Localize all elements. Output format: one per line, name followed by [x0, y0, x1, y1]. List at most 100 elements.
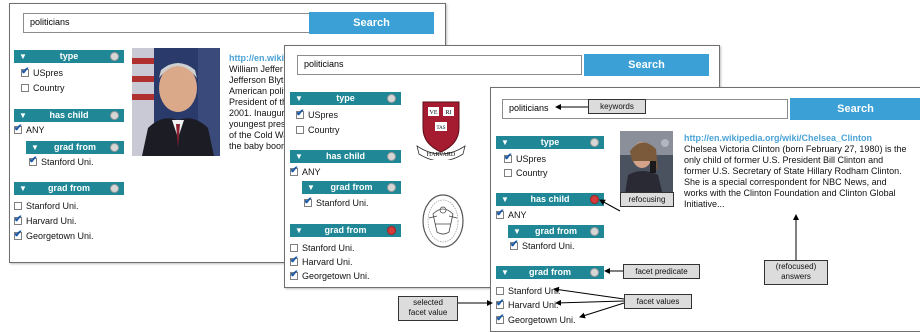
callout-keywords: keywords: [588, 99, 646, 114]
result-snippet: Chelsea Victoria Clinton (born February …: [684, 144, 907, 209]
result-url[interactable]: http://en.wiki: [229, 53, 284, 63]
checkbox[interactable]: [14, 123, 22, 134]
checkbox[interactable]: [496, 287, 504, 295]
collapse-arrow-icon[interactable]: ▼: [295, 224, 303, 237]
result-photo: [620, 131, 673, 200]
facet-has-child-header[interactable]: ▼ has child: [496, 193, 604, 206]
checkbox[interactable]: [290, 255, 298, 266]
callout-facet-predicate: facet predicate: [623, 264, 700, 279]
refocus-dot-icon[interactable]: [110, 184, 119, 193]
refocus-dot-icon[interactable]: [110, 111, 119, 120]
collapse-arrow-icon[interactable]: ▼: [31, 141, 39, 154]
checkbox[interactable]: [304, 196, 312, 207]
facet-option[interactable]: Georgetown Uni.: [14, 229, 94, 242]
facet-option[interactable]: Stanford Uni.: [14, 201, 79, 212]
checkbox[interactable]: [290, 269, 298, 280]
collapse-arrow-icon[interactable]: ▼: [19, 182, 27, 195]
refocus-dot-icon[interactable]: [110, 143, 119, 152]
checkbox[interactable]: [504, 169, 512, 177]
facet-option[interactable]: Country: [21, 83, 65, 94]
facet-title: has child: [49, 110, 89, 120]
facet-option[interactable]: Stanford Uni.: [290, 243, 355, 254]
checkbox[interactable]: [290, 244, 298, 252]
checkbox[interactable]: [21, 66, 29, 77]
facet-option[interactable]: Harvard Uni.: [496, 298, 559, 311]
facet-title: grad from: [324, 225, 367, 235]
search-input[interactable]: politicians: [297, 55, 582, 75]
facet-option[interactable]: Stanford Uni.: [510, 239, 575, 252]
facet-grad-from-header[interactable]: ▼ grad from: [496, 266, 604, 279]
collapse-arrow-icon[interactable]: ▼: [501, 193, 509, 206]
checkbox[interactable]: [14, 229, 22, 240]
refocus-dot-icon[interactable]: [590, 138, 599, 147]
checkbox[interactable]: [296, 126, 304, 134]
refocus-dot-icon[interactable]: [387, 94, 396, 103]
collapse-arrow-icon[interactable]: ▼: [19, 109, 27, 122]
search-button[interactable]: Search: [790, 98, 920, 120]
callout-refocusing: refocusing: [620, 192, 674, 207]
result-url[interactable]: http://en.wikipedia.org/wiki/Chelsea_Cli…: [684, 133, 872, 143]
facet-type-header[interactable]: ▼ type: [496, 136, 604, 149]
search-button[interactable]: Search: [309, 12, 434, 34]
refocus-dot-icon[interactable]: [387, 226, 396, 235]
facet-type-header[interactable]: ▼ type: [14, 50, 124, 63]
collapse-arrow-icon[interactable]: ▼: [501, 136, 509, 149]
facet-option[interactable]: USpres: [296, 108, 338, 121]
facet-option-any[interactable]: ANY: [14, 123, 45, 136]
checkbox[interactable]: [14, 202, 22, 210]
facet-title: type: [336, 93, 355, 103]
facet-has-child-header[interactable]: ▼ has child: [14, 109, 124, 122]
checkbox[interactable]: [496, 298, 504, 309]
facet-has-child-header[interactable]: ▼ has child: [290, 150, 401, 163]
facet-option[interactable]: Harvard Uni.: [14, 214, 77, 227]
checkbox[interactable]: [510, 239, 518, 250]
collapse-arrow-icon[interactable]: ▼: [513, 225, 521, 238]
refocus-dot-icon[interactable]: [387, 152, 396, 161]
collapse-arrow-icon[interactable]: ▼: [295, 92, 303, 105]
result-photo: [132, 48, 220, 156]
checkbox[interactable]: [496, 313, 504, 324]
collapse-arrow-icon[interactable]: ▼: [307, 181, 315, 194]
facet-option[interactable]: Stanford Uni.: [304, 196, 369, 209]
collapse-arrow-icon[interactable]: ▼: [501, 266, 509, 279]
refocus-dot-icon[interactable]: [590, 268, 599, 277]
facet-title: type: [540, 137, 560, 147]
facet-subheader[interactable]: ▼ grad from: [508, 225, 604, 238]
refocus-dot-icon[interactable]: [590, 195, 599, 204]
search-button[interactable]: Search: [584, 54, 709, 76]
facet-grad-from-header[interactable]: ▼ grad from: [290, 224, 401, 237]
facet-option[interactable]: USpres: [21, 66, 63, 79]
checkbox[interactable]: [296, 108, 304, 119]
facet-title: has child: [325, 151, 365, 161]
facet-subheader[interactable]: ▼ grad from: [26, 141, 124, 154]
facet-option[interactable]: Stanford Uni.: [29, 155, 94, 168]
facet-option-any[interactable]: ANY: [290, 165, 321, 178]
collapse-arrow-icon[interactable]: ▼: [295, 150, 303, 163]
facet-option[interactable]: Harvard Uni.: [290, 255, 353, 268]
facet-option[interactable]: USpres: [504, 152, 546, 165]
facet-option-any[interactable]: ANY: [496, 208, 527, 221]
refocus-dot-icon[interactable]: [590, 227, 599, 236]
facet-option[interactable]: Stanford Uni.: [496, 286, 561, 297]
refocus-dot-icon[interactable]: [110, 52, 119, 61]
checkbox[interactable]: [504, 152, 512, 163]
collapse-arrow-icon[interactable]: ▼: [19, 50, 27, 63]
facet-option[interactable]: Country: [504, 168, 548, 179]
svg-text:HARVARD: HARVARD: [427, 152, 456, 158]
facet-type-header[interactable]: ▼ type: [290, 92, 401, 105]
facet-subheader[interactable]: ▼ grad from: [302, 181, 401, 194]
facet-option[interactable]: Georgetown Uni.: [496, 313, 576, 326]
checkbox[interactable]: [14, 214, 22, 225]
georgetown-seal: [421, 192, 465, 250]
checkbox[interactable]: [29, 155, 37, 166]
facet-option[interactable]: Georgetown Uni.: [290, 269, 370, 282]
callout-refocused-answers: (refocused) answers: [764, 260, 828, 285]
checkbox[interactable]: [290, 165, 298, 176]
refocus-dot-icon[interactable]: [387, 183, 396, 192]
checkbox[interactable]: [21, 84, 29, 92]
checkbox[interactable]: [496, 208, 504, 219]
search-input[interactable]: politicians: [23, 13, 310, 33]
facet-grad-from-header[interactable]: ▼ grad from: [14, 182, 124, 195]
facet-option[interactable]: Country: [296, 125, 340, 136]
facet-title: has child: [530, 194, 570, 204]
